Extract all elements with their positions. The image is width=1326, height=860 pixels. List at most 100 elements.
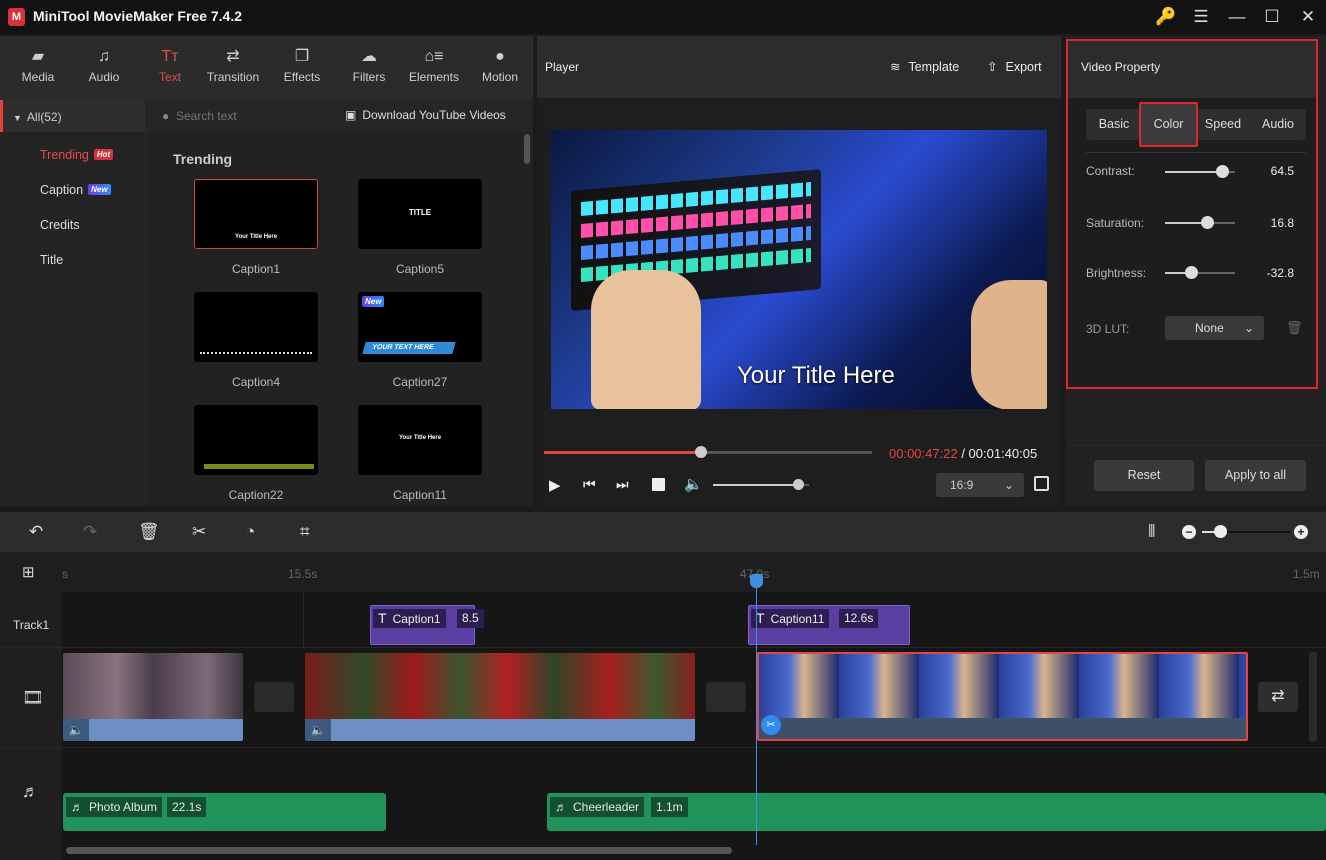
transition-slot[interactable] xyxy=(254,682,294,712)
library-scrollbar[interactable] xyxy=(524,134,530,164)
timeline-horizontal-scrollbar[interactable] xyxy=(66,847,732,854)
nav-elements[interactable]: ⌂≡ Elements xyxy=(401,36,467,100)
download-youtube-button[interactable]: ▣ Download YouTube Videos xyxy=(345,108,506,122)
nav-motion[interactable]: ● Motion xyxy=(467,36,533,100)
search-input[interactable] xyxy=(176,106,326,126)
thumbnail-label: Caption11 xyxy=(393,488,447,502)
thumbnail-caption4[interactable] xyxy=(194,292,318,362)
thumbnail-caption11[interactable]: Your Title Here xyxy=(358,405,482,475)
fit-timeline-button[interactable]: ⦀ xyxy=(1148,522,1155,542)
speed-button[interactable]: ◔ xyxy=(245,522,255,542)
template-button[interactable]: ≋ Template xyxy=(890,59,959,74)
split-marker-icon[interactable]: ✂ xyxy=(761,715,781,735)
slider-knob[interactable] xyxy=(1201,216,1214,229)
zoom-out-button[interactable]: − xyxy=(1182,525,1196,539)
delete-button[interactable]: 🗑 xyxy=(138,522,160,542)
video-clip[interactable]: 🔈 xyxy=(305,653,695,741)
maximize-button[interactable]: ☐ xyxy=(1259,5,1285,29)
category-title[interactable]: Title xyxy=(40,253,63,267)
next-frame-button[interactable]: ⏭ xyxy=(616,476,629,493)
nav-effects[interactable]: ❐ Effects xyxy=(269,36,335,100)
thumbnail-caption22[interactable] xyxy=(194,405,318,475)
audio-clip[interactable]: ♬ Photo Album 22.1s xyxy=(63,793,386,831)
elements-icon: ⌂≡ xyxy=(424,48,444,65)
video-preview[interactable]: Your Title Here xyxy=(551,130,1047,409)
clip-thumbnails xyxy=(63,653,243,719)
nav-audio[interactable]: ♫ Audio xyxy=(71,36,137,100)
contrast-slider[interactable] xyxy=(1165,165,1235,178)
tab-speed[interactable]: Speed xyxy=(1198,109,1248,140)
category-trending[interactable]: Trending Hot xyxy=(40,148,114,162)
saturation-slider[interactable] xyxy=(1165,216,1235,229)
nav-transition[interactable]: ⇄ Transition xyxy=(200,36,266,100)
video-clip[interactable]: 🔈 xyxy=(63,653,243,741)
minimize-button[interactable]: — xyxy=(1224,5,1250,29)
track-headers xyxy=(0,592,62,860)
track1-label: Track1 xyxy=(13,618,50,632)
key-icon[interactable]: 🔑 xyxy=(1153,5,1179,29)
play-button[interactable]: ▶ xyxy=(549,476,561,494)
zoom-knob[interactable] xyxy=(1213,525,1227,538)
tab-audio[interactable]: Audio xyxy=(1252,109,1304,140)
divider xyxy=(0,647,1326,648)
tab-color[interactable]: Color xyxy=(1139,102,1198,147)
nav-label: Effects xyxy=(283,70,321,84)
brightness-slider[interactable] xyxy=(1165,266,1235,279)
caption-name: Caption1 xyxy=(392,612,441,626)
divider xyxy=(0,747,1326,748)
apply-to-all-button[interactable]: Apply to all xyxy=(1205,460,1306,491)
menu-button[interactable]: ☰ xyxy=(1188,5,1214,29)
music-icon: ♫ xyxy=(98,48,110,65)
lut-select[interactable]: None ⌄ xyxy=(1165,316,1264,340)
transition-slot-swap-icon[interactable]: ⇄ xyxy=(1258,682,1298,712)
nav-filters[interactable]: ☁ Filters xyxy=(336,36,402,100)
reset-button[interactable]: Reset xyxy=(1094,460,1194,491)
redo-button[interactable]: ↷ xyxy=(83,522,97,542)
aspect-ratio-select[interactable]: 16:9 ⌄ xyxy=(936,473,1024,497)
player-header xyxy=(537,36,1061,98)
slider-knob[interactable] xyxy=(1184,266,1198,279)
video-track-icon: 🎞 xyxy=(22,688,44,707)
volume-icon[interactable]: 🔈 xyxy=(684,475,703,493)
close-button[interactable]: ✕ xyxy=(1295,5,1321,29)
video-clip-selected[interactable]: ✂ xyxy=(757,652,1248,741)
fullscreen-icon[interactable] xyxy=(1034,476,1049,491)
timeline-zoom-slider[interactable] xyxy=(1202,525,1290,538)
add-track-icon[interactable]: ⊞ xyxy=(22,563,35,581)
transition-slot[interactable] xyxy=(706,682,746,712)
progress-track[interactable] xyxy=(544,446,872,458)
previous-frame-button[interactable]: ⏮ xyxy=(583,476,596,493)
thumbnail-caption1[interactable]: Your Title Here xyxy=(194,179,318,249)
text-icon: Tт xyxy=(161,48,179,65)
thumbnail-caption27[interactable]: New YOUR TEXT HERE xyxy=(358,292,482,362)
tab-basic[interactable]: Basic xyxy=(1089,109,1139,140)
category-all[interactable]: ▼ All(52) xyxy=(13,110,62,124)
progress-fill xyxy=(544,451,702,454)
caption-clip[interactable]: T Caption11 12.6s xyxy=(748,605,910,645)
playhead[interactable] xyxy=(756,573,757,845)
split-button[interactable]: ✂ xyxy=(192,522,206,542)
speaker-icon[interactable]: 🔈 xyxy=(63,719,89,741)
nav-media[interactable]: ▰ Media xyxy=(5,36,71,100)
audio-clip[interactable]: ♬ Cheerleader 1.1m xyxy=(547,793,1326,831)
volume-slider[interactable] xyxy=(713,479,809,490)
export-label: Export xyxy=(1005,60,1042,74)
trash-icon[interactable]: 🗑 xyxy=(1286,320,1303,336)
nav-text[interactable]: Tт Text xyxy=(137,36,203,100)
timeline-ruler[interactable] xyxy=(0,552,1326,592)
category-caption[interactable]: Caption New xyxy=(40,183,111,197)
track-scrollbar[interactable] xyxy=(1309,652,1317,742)
crop-button[interactable]: ⌗ xyxy=(300,522,310,542)
caption-clip-label: T Caption11 xyxy=(751,609,830,628)
thumbnail-caption5[interactable]: TITLE xyxy=(358,179,482,249)
export-button[interactable]: ⇧ Export xyxy=(987,59,1042,74)
zoom-in-button[interactable]: + xyxy=(1294,525,1308,539)
speaker-icon[interactable]: 🔈 xyxy=(305,719,331,741)
playhead-handle[interactable] xyxy=(750,574,763,588)
undo-button[interactable]: ↶ xyxy=(29,522,43,542)
caption-clip[interactable]: T Caption1 8.5 xyxy=(370,605,484,645)
thumbnail-label: Caption27 xyxy=(392,375,448,389)
thumb-preview-line xyxy=(200,352,312,354)
stop-button[interactable] xyxy=(652,478,665,491)
category-credits[interactable]: Credits xyxy=(40,218,80,232)
